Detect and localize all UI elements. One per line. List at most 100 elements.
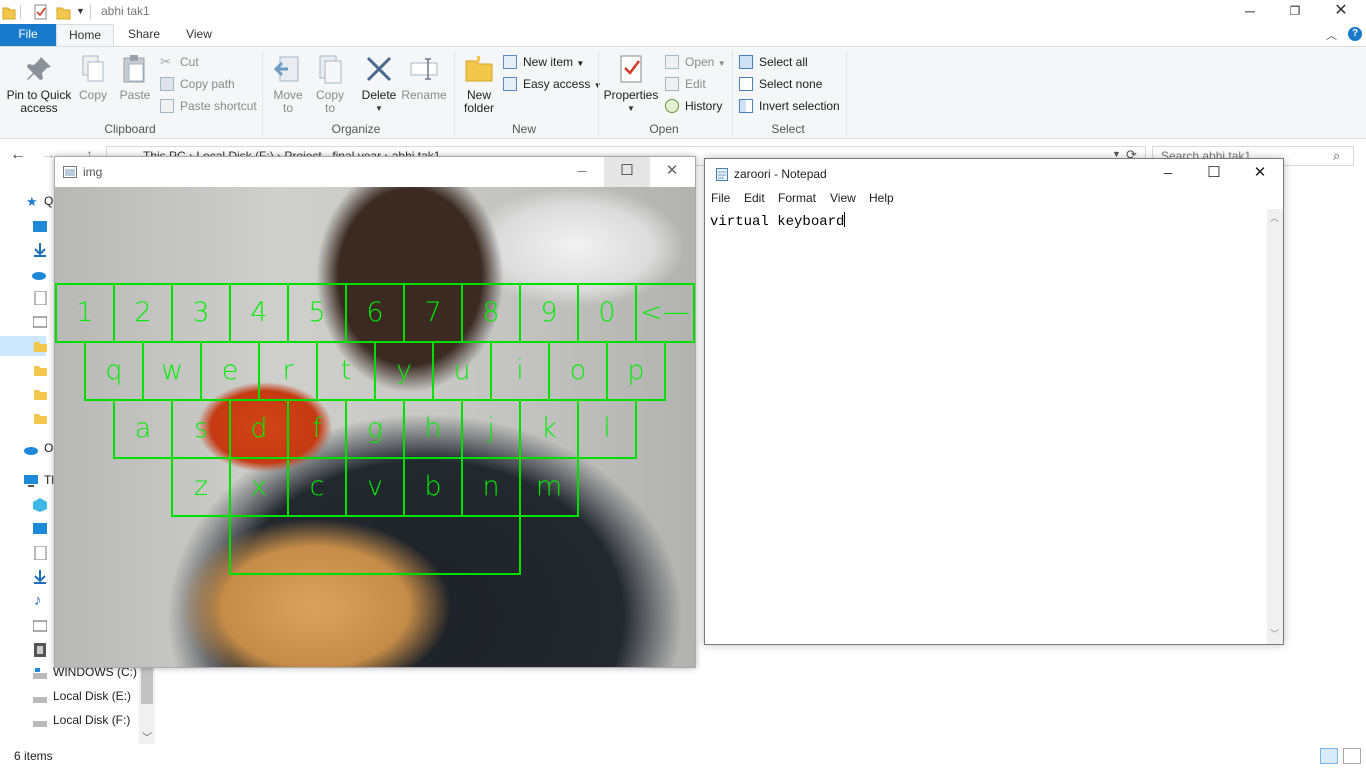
folder-icon[interactable] [33, 363, 47, 377]
help-icon[interactable]: ? [1348, 27, 1362, 41]
key-s[interactable]: s [171, 399, 231, 459]
onedrive-cloud-icon[interactable] [24, 442, 38, 456]
nav-quick-access[interactable]: Q [44, 194, 53, 208]
maximize-icon[interactable]: ☐ [1191, 159, 1237, 189]
new-folder-qa-icon[interactable] [56, 4, 72, 20]
key-e[interactable]: e [200, 341, 260, 401]
copy-to-button[interactable]: Copy to [310, 53, 350, 115]
key-t[interactable]: t [316, 341, 376, 401]
folder-icon[interactable] [33, 339, 47, 353]
pictures-icon[interactable] [33, 619, 47, 633]
key-h[interactable]: h [403, 399, 463, 459]
menu-help[interactable]: Help [869, 191, 894, 205]
key-6[interactable]: 6 [345, 283, 405, 343]
close-icon[interactable]: ✕ [1237, 159, 1283, 189]
notepad-text-area[interactable]: virtual keyboard [705, 209, 1267, 644]
key-9[interactable]: 9 [519, 283, 579, 343]
key-x[interactable]: x [229, 457, 289, 517]
history-button[interactable]: History [665, 96, 722, 116]
minimize-icon[interactable]: ─ [559, 157, 605, 187]
key-k[interactable]: k [519, 399, 579, 459]
back-arrow-icon[interactable]: ← [10, 146, 26, 164]
folder-icon[interactable] [33, 411, 47, 425]
desktop-icon[interactable] [33, 522, 47, 536]
nav-scroll-down-chevron-icon[interactable]: ﹀ [142, 729, 152, 744]
nav-onedrive[interactable]: O [44, 441, 53, 455]
nav-drive-f[interactable]: Local Disk (F:) [53, 713, 130, 727]
key-space[interactable] [229, 515, 521, 575]
downloads-icon[interactable] [33, 243, 47, 257]
select-none-button[interactable]: Select none [739, 74, 822, 94]
restore-icon[interactable]: ❐ [1272, 0, 1318, 24]
windows-drive-icon[interactable] [33, 667, 47, 681]
invert-selection-button[interactable]: Invert selection [739, 96, 840, 116]
close-icon[interactable]: ✕ [1318, 0, 1364, 24]
key-f[interactable]: f [287, 399, 347, 459]
collapse-ribbon-chevron-icon[interactable]: ︿ [1326, 27, 1337, 43]
desktop-icon[interactable] [33, 220, 47, 234]
tab-file[interactable]: File [0, 24, 56, 46]
pictures-icon[interactable] [33, 315, 47, 329]
key-backspace[interactable]: <— [635, 283, 695, 343]
edit-button[interactable]: Edit [665, 74, 706, 94]
cut-button[interactable]: ✂ Cut [160, 52, 199, 72]
tab-share[interactable]: Share [122, 24, 166, 46]
quick-access-star-icon[interactable]: ★ [26, 194, 38, 210]
key-q[interactable]: q [84, 341, 144, 401]
key-j[interactable]: j [461, 399, 521, 459]
key-d[interactable]: d [229, 399, 289, 459]
move-to-button[interactable]: Move to [268, 53, 308, 115]
search-icon[interactable]: ⌕ [1333, 148, 1340, 164]
key-u[interactable]: u [432, 341, 492, 401]
key-v[interactable]: v [345, 457, 405, 517]
scroll-down-chevron-icon[interactable]: ﹀ [1270, 627, 1279, 640]
paste-button[interactable]: Paste [116, 53, 154, 102]
nav-this-pc[interactable]: Tl [44, 473, 54, 487]
minimize-icon[interactable]: ─ [1145, 159, 1191, 189]
key-g[interactable]: g [345, 399, 405, 459]
pin-to-quick-access-button[interactable]: Pin to Quick access [4, 53, 74, 115]
key-2[interactable]: 2 [113, 283, 173, 343]
close-icon[interactable]: ✕ [649, 157, 695, 187]
maximize-icon[interactable]: ☐ [604, 157, 650, 187]
key-p[interactable]: p [606, 341, 666, 401]
easy-access-button[interactable]: Easy access ▼ [503, 74, 602, 94]
document-icon[interactable] [34, 546, 48, 560]
menu-edit[interactable]: Edit [744, 191, 765, 205]
menu-view[interactable]: View [830, 191, 856, 205]
new-folder-button[interactable]: New folder [460, 53, 498, 115]
document-icon[interactable] [34, 291, 48, 305]
key-1[interactable]: 1 [55, 283, 115, 343]
key-m[interactable]: m [519, 457, 579, 517]
key-i[interactable]: i [490, 341, 550, 401]
key-4[interactable]: 4 [229, 283, 289, 343]
3d-objects-icon[interactable] [33, 498, 47, 512]
key-n[interactable]: n [461, 457, 521, 517]
paste-shortcut-button[interactable]: Paste shortcut [160, 96, 257, 116]
key-a[interactable]: a [113, 399, 173, 459]
key-z[interactable]: z [171, 457, 231, 517]
onedrive-cloud-icon[interactable] [32, 267, 46, 281]
tab-view[interactable]: View [180, 24, 218, 46]
select-all-button[interactable]: Select all [739, 52, 808, 72]
properties-qa-icon[interactable] [33, 4, 49, 20]
key-7[interactable]: 7 [403, 283, 463, 343]
key-3[interactable]: 3 [171, 283, 231, 343]
rename-button[interactable]: Rename [400, 53, 448, 102]
copy-button[interactable]: Copy [76, 53, 110, 102]
drive-icon[interactable] [33, 715, 47, 729]
minimize-icon[interactable]: ─ [1227, 0, 1273, 24]
key-8[interactable]: 8 [461, 283, 521, 343]
tab-home[interactable]: Home [56, 24, 114, 46]
copy-path-button[interactable]: Copy path [160, 74, 235, 94]
key-o[interactable]: o [548, 341, 608, 401]
customize-qa-chevron-icon[interactable]: ▼ [76, 6, 85, 22]
delete-button[interactable]: Delete ▼ [356, 53, 402, 115]
key-0[interactable]: 0 [577, 283, 637, 343]
key-l[interactable]: l [577, 399, 637, 459]
menu-file[interactable]: File [711, 191, 730, 205]
this-pc-monitor-icon[interactable] [24, 474, 38, 488]
folder-icon[interactable] [33, 387, 47, 401]
details-view-icon[interactable] [1320, 748, 1338, 764]
key-r[interactable]: r [258, 341, 318, 401]
